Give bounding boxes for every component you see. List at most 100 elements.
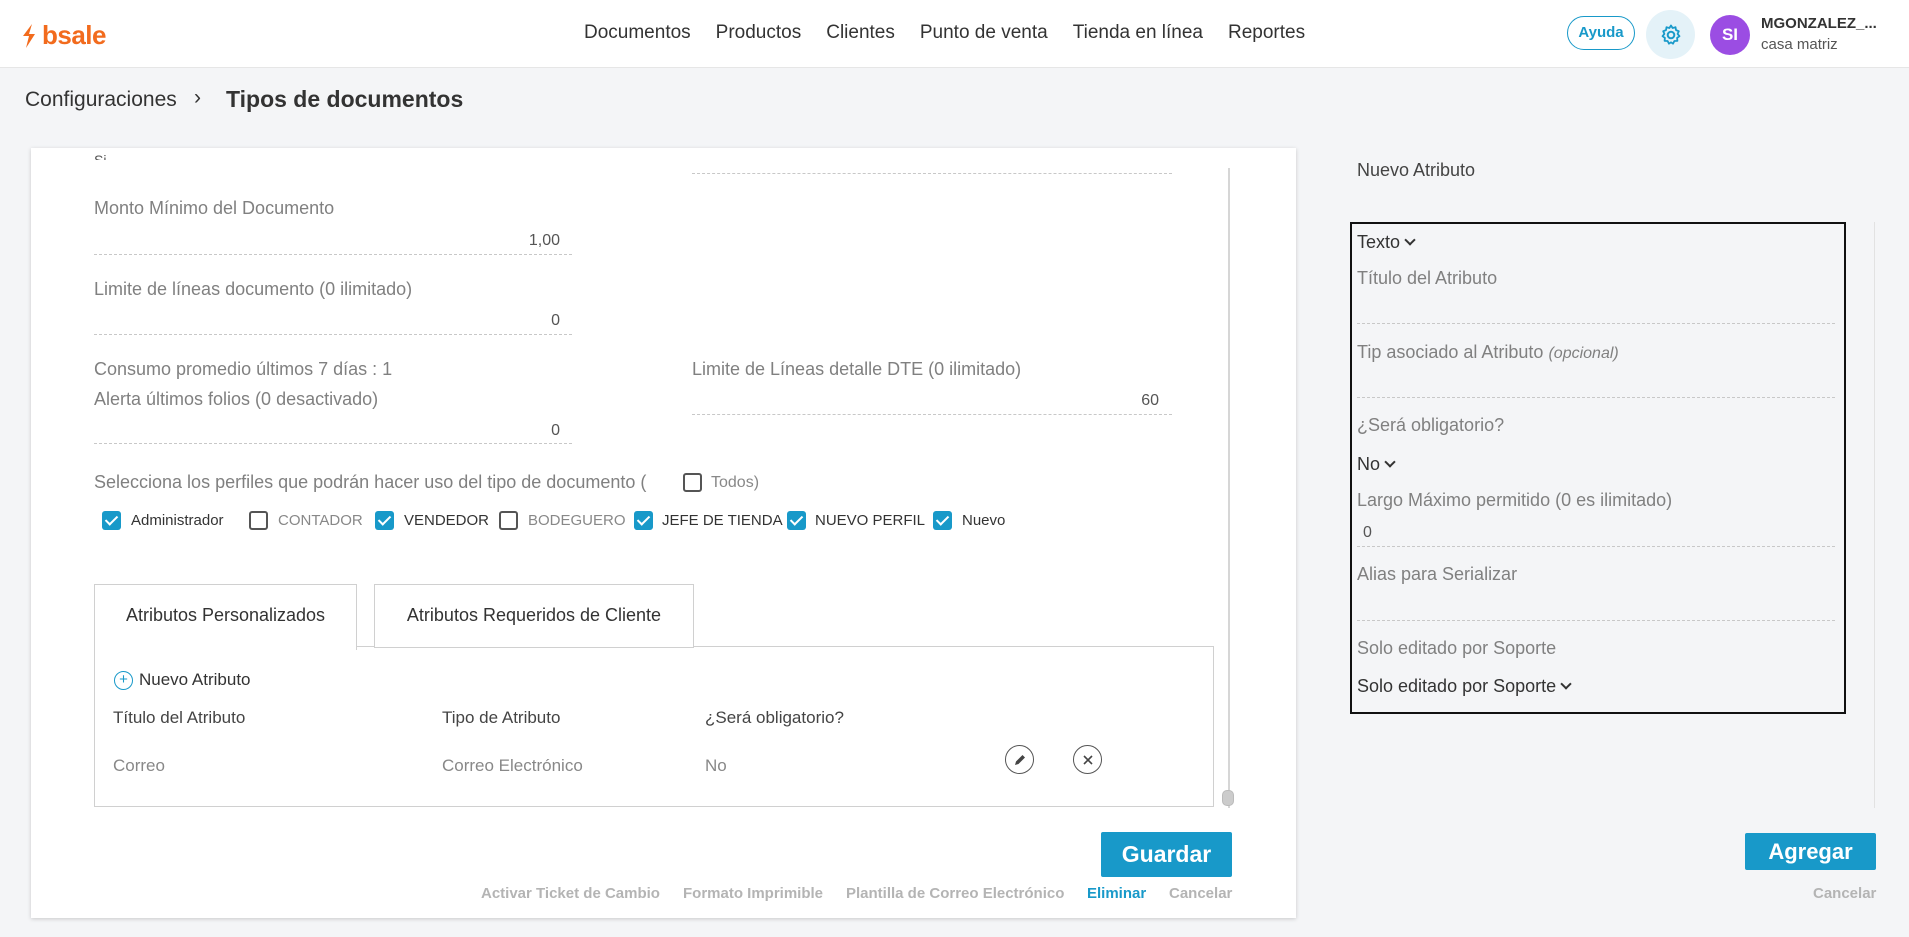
nav-documentos[interactable]: Documentos: [584, 22, 691, 44]
nav-clientes[interactable]: Clientes: [826, 22, 895, 44]
settings-button[interactable]: [1646, 10, 1695, 59]
profile-administrador-checkbox[interactable]: [102, 511, 121, 530]
user-avatar[interactable]: SI: [1710, 15, 1750, 55]
alias-label: Alias para Serializar: [1357, 564, 1518, 584]
attribute-title-label: Título del Atributo: [1357, 268, 1498, 288]
save-button[interactable]: Guardar: [1101, 832, 1232, 877]
min-amount-input[interactable]: 1,00: [94, 232, 560, 250]
row-title-cell: Correo: [113, 756, 165, 775]
right-panel-divider: [1874, 222, 1875, 808]
cut-off-label: Si -: [94, 152, 115, 160]
delete-attribute-button[interactable]: [1073, 745, 1102, 774]
avg-consumption-text: Consumo promedio últimos 7 días : 1: [94, 359, 393, 379]
row-type-cell: Correo Electrónico: [442, 756, 583, 775]
support-only-select-value: Solo editado por Soporte: [1357, 676, 1557, 696]
required-select[interactable]: No: [1357, 454, 1396, 475]
min-amount-underline: [94, 254, 572, 255]
new-attribute-cancel-link[interactable]: Cancelar: [1813, 885, 1876, 902]
nav-punto-de-venta[interactable]: Punto de venta: [920, 22, 1048, 44]
min-amount-label: Monto Mínimo del Documento: [94, 198, 335, 218]
attribute-tip-label-text: Tip asociado al Atributo: [1357, 342, 1544, 362]
line-limit-underline: [94, 334, 572, 335]
profile-administrador-label: Administrador: [131, 512, 224, 529]
attribute-tip-label: Tip asociado al Atributo (opcional): [1357, 342, 1619, 363]
user-name[interactable]: MGONZALEZ_...: [1761, 15, 1877, 32]
required-label: ¿Será obligatorio?: [1357, 415, 1505, 435]
printable-format-link[interactable]: Formato Imprimible: [683, 885, 823, 902]
attribute-type-select[interactable]: Texto: [1357, 232, 1416, 253]
profile-todos-label: Todos): [711, 474, 760, 491]
help-button[interactable]: Ayuda: [1567, 16, 1635, 50]
chevron-down-icon: [1404, 234, 1416, 246]
card-scrollbar-thumb[interactable]: [1222, 790, 1234, 806]
top-navbar: bsale Documentos Productos Clientes Punt…: [0, 0, 1909, 68]
attributes-tab-panel: [94, 646, 1214, 807]
profile-nuevo-checkbox[interactable]: [933, 511, 952, 530]
tab-atributos-requeridos-cliente[interactable]: Atributos Requeridos de Cliente: [374, 584, 694, 648]
max-length-input[interactable]: 0: [1363, 524, 1372, 542]
user-branch: casa matriz: [1761, 36, 1838, 53]
max-length-label: Largo Máximo permitido (0 es ilimitado): [1357, 490, 1673, 510]
nav-tienda-en-linea[interactable]: Tienda en línea: [1073, 22, 1203, 44]
pencil-icon: [1014, 754, 1025, 765]
row-required-cell: No: [705, 756, 727, 775]
column-header-type: Tipo de Atributo: [442, 708, 561, 727]
alias-underline: [1357, 620, 1835, 621]
profile-todos-checkbox[interactable]: [683, 473, 702, 492]
add-attribute-label: Nuevo Atributo: [139, 670, 251, 689]
attribute-type-value: Texto: [1357, 232, 1401, 252]
column-header-required: ¿Será obligatorio?: [705, 708, 844, 727]
support-only-select[interactable]: Solo editado por Soporte: [1357, 676, 1572, 697]
support-only-label: Solo editado por Soporte: [1357, 638, 1557, 658]
dte-limit-label: Limite de Líneas detalle DTE (0 ilimitad…: [692, 359, 1022, 379]
folio-alert-underline: [94, 443, 572, 444]
profile-nuevo-perfil-checkbox[interactable]: [787, 511, 806, 530]
profile-contador-checkbox[interactable]: [249, 511, 268, 530]
main-nav: Documentos Productos Clientes Punto de v…: [584, 22, 1330, 44]
profile-nuevo-perfil-label: NUEVO PERFIL: [815, 512, 926, 529]
bsale-logo[interactable]: bsale: [20, 20, 107, 51]
tab-atributos-personalizados[interactable]: Atributos Personalizados: [94, 584, 357, 650]
profile-bodeguero-checkbox[interactable]: [499, 511, 518, 530]
folio-alert-input[interactable]: 0: [94, 422, 560, 440]
email-template-link[interactable]: Plantilla de Correo Electrónico: [846, 885, 1064, 902]
profile-jefe-de-tienda-checkbox[interactable]: [634, 511, 653, 530]
profile-vendedor-label: VENDEDOR: [404, 512, 490, 529]
brand-name: bsale: [42, 20, 107, 50]
bsale-logo-icon: [23, 23, 35, 48]
line-limit-input[interactable]: 0: [94, 312, 560, 330]
card-scrollbar-track[interactable]: [1228, 168, 1230, 808]
new-attribute-heading: Nuevo Atributo: [1357, 160, 1476, 180]
cut-off-field-line: [692, 173, 1172, 174]
attribute-tip-underline: [1357, 397, 1835, 398]
add-attribute-link[interactable]: + Nuevo Atributo: [114, 670, 251, 690]
dte-limit-input[interactable]: 60: [692, 392, 1159, 410]
line-limit-label: Limite de líneas documento (0 ilimitado): [94, 279, 413, 299]
nav-reportes[interactable]: Reportes: [1228, 22, 1305, 44]
attribute-tip-optional: (opcional): [1548, 345, 1619, 362]
chevron-down-icon: [1384, 456, 1396, 468]
required-select-value: No: [1357, 454, 1381, 474]
max-length-underline: [1357, 546, 1835, 547]
nav-productos[interactable]: Productos: [716, 22, 802, 44]
profile-vendedor-checkbox[interactable]: [375, 511, 394, 530]
activate-exchange-ticket-link[interactable]: Activar Ticket de Cambio: [481, 885, 660, 902]
add-button[interactable]: Agregar: [1745, 833, 1876, 870]
column-header-title: Título del Atributo: [113, 708, 246, 727]
profile-jefe-de-tienda-label: JEFE DE TIENDA: [662, 512, 783, 529]
profiles-prompt: Selecciona los perfiles que podrán hacer…: [94, 472, 647, 492]
edit-attribute-button[interactable]: [1005, 745, 1034, 774]
breadcrumb-configuraciones[interactable]: Configuraciones: [25, 88, 177, 112]
folio-alert-label: Alerta últimos folios (0 desactivado): [94, 389, 379, 409]
gear-icon: [1661, 24, 1680, 45]
cancel-link[interactable]: Cancelar: [1169, 885, 1232, 902]
close-icon: [1082, 754, 1093, 765]
chevron-down-icon: [1560, 678, 1572, 690]
delete-link[interactable]: Eliminar: [1087, 885, 1146, 902]
plus-circle-icon: +: [114, 670, 133, 690]
attribute-title-underline: [1357, 323, 1835, 324]
profile-contador-label: CONTADOR: [278, 512, 363, 529]
breadcrumb-separator-icon: ›: [194, 86, 201, 109]
profile-bodeguero-label: BODEGUERO: [528, 512, 626, 529]
profile-nuevo-label: Nuevo: [962, 512, 1006, 529]
